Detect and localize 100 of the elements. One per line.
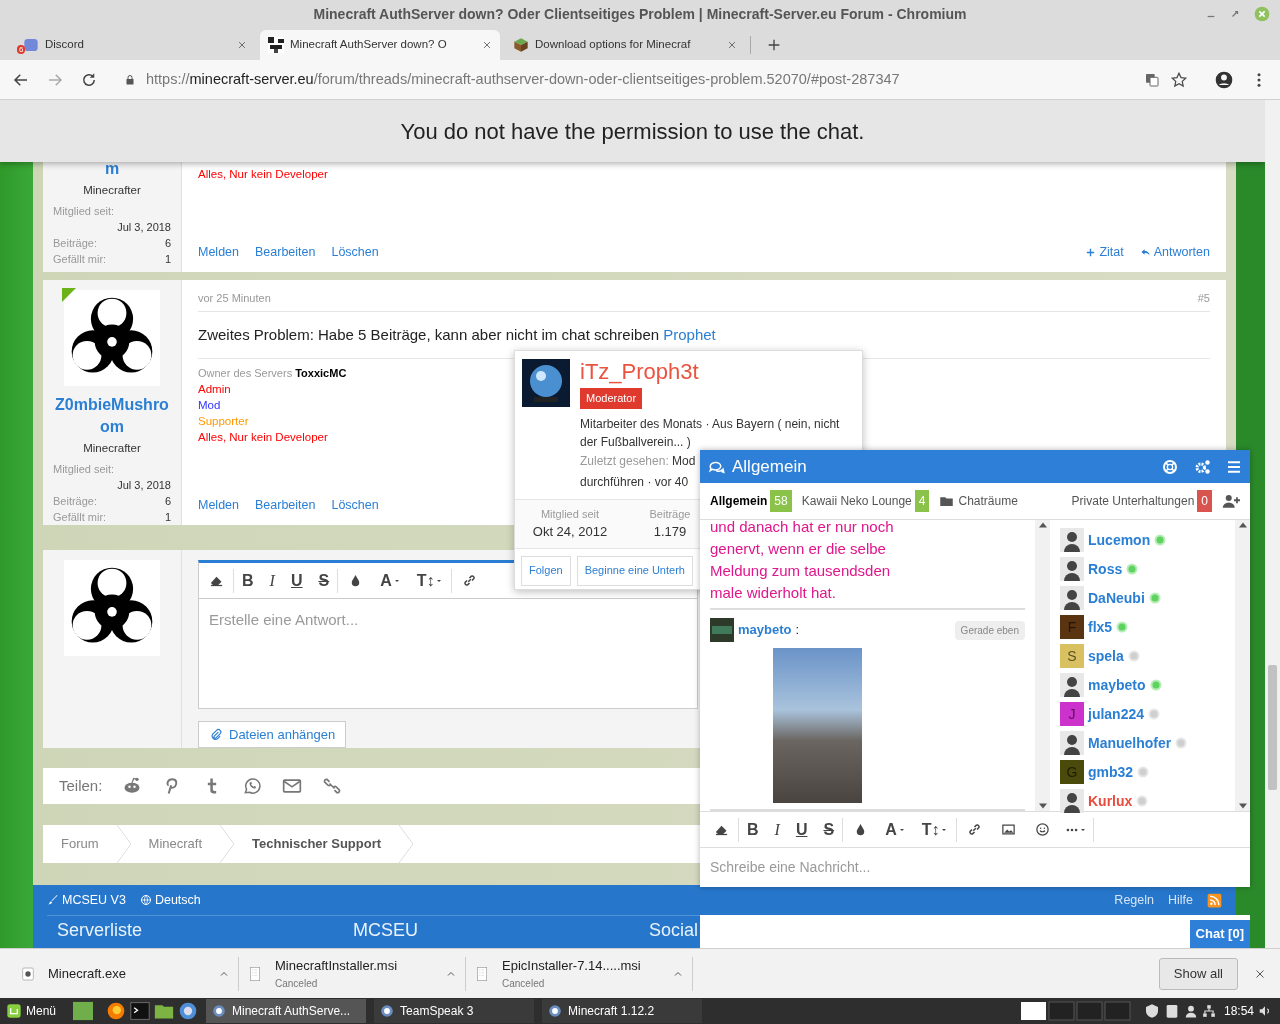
start-menu-button[interactable]: Menü [4,1002,59,1020]
add-user-icon[interactable] [1222,492,1240,510]
post-action-link[interactable]: Bearbeiten [255,243,316,262]
terminal-icon[interactable] [130,1001,151,1021]
settings-icon[interactable] [1194,457,1212,476]
user-mention-link[interactable]: Prophet [663,325,716,343]
network-icon[interactable] [1201,1004,1216,1018]
scrollbar[interactable] [1035,520,1050,811]
chat-author[interactable]: maybeto [738,620,792,640]
shield-icon[interactable] [1143,1003,1160,1019]
last-seen-text: durchführen · vor 40 [580,473,689,491]
format-button[interactable]: B [234,565,262,596]
format-button[interactable]: U [282,565,311,596]
browser-icon[interactable] [178,1001,199,1021]
taskbar-window-button[interactable]: Minecraft 1.12.2 [542,999,703,1023]
menu-icon[interactable] [1226,458,1242,475]
chat-room-tab[interactable]: Kawaii Neko Lounge 4 [801,490,930,512]
download-item[interactable]: EpicInstaller-7.14.....msi Canceled [466,956,693,991]
account-icon[interactable] [1214,69,1234,90]
post-time: vor 25 Minuten [198,291,271,306]
username[interactable]: m [53,158,171,180]
close-icon[interactable] [237,40,247,50]
private-chats-tab[interactable]: Private Unterhaltungen 0 [1071,490,1212,512]
volume-icon[interactable] [1258,1004,1272,1018]
stat-value: 1.179 [653,523,687,541]
mail-icon[interactable] [282,776,303,796]
chat-user-item[interactable]: J julan224 [1060,702,1225,726]
restore-icon[interactable] [1230,9,1240,19]
username[interactable]: iTz_Proph3t [580,359,699,385]
translate-icon[interactable] [1144,71,1160,88]
chat-input[interactable]: Schreibe eine Nachricht... [700,848,1250,885]
format-button[interactable]: S [310,565,338,596]
username[interactable]: Z0mbieMushroom [53,394,171,438]
close-icon[interactable] [1254,967,1266,980]
format-button[interactable]: A [877,814,914,845]
scrollbar[interactable] [1235,520,1250,811]
desktop-icon[interactable] [72,1001,95,1021]
reply-input[interactable]: Erstelle eine Antwort... [198,599,698,709]
format-button[interactable]: T↕ [913,814,957,845]
post-action-link[interactable]: Löschen [331,243,379,262]
format-button[interactable]: A [372,565,409,596]
firefox-icon[interactable] [106,1001,127,1021]
chat-app-icon [23,37,39,53]
help-ring-icon[interactable] [1162,458,1178,475]
close-icon[interactable] [727,40,737,50]
chat-user-item[interactable]: DaNeubi [1060,586,1225,610]
breadcrumb-link[interactable]: Forum [43,825,117,863]
page-scrollbar[interactable] [1265,100,1280,948]
post-action-link[interactable]: Zitat [1085,243,1124,262]
post-number[interactable]: #5 [1197,290,1210,307]
chat-user-item[interactable]: Ross [1060,557,1225,581]
format-button[interactable]: T↕ [408,565,452,596]
taskbar-window-button[interactable]: TeamSpeak 3 [374,999,535,1023]
post-action-link[interactable]: Bearbeiten [255,496,316,515]
close-icon[interactable] [482,40,492,50]
star-icon[interactable] [1170,70,1188,89]
workspace-switcher-icon[interactable] [1019,1001,1132,1021]
chain-link-icon[interactable] [322,776,343,796]
format-button[interactable]: I [766,814,788,845]
browser-tab[interactable]: Minecraft AuthServer down? O [260,30,500,60]
footer-link[interactable]: Regeln [1114,890,1154,910]
chat-user-item[interactable]: maybeto [1060,673,1225,697]
chat-toggle-button[interactable]: Chat [0] [1189,920,1250,948]
chat-user-item[interactable]: S spela [1060,644,1225,668]
taskbar-window-button[interactable]: Minecraft AuthServe... [206,999,367,1023]
format-button[interactable]: I [261,565,283,596]
chat-room-tab[interactable]: Allgemein 58 [710,490,792,512]
popup-button[interactable]: Folgen [521,555,571,586]
rss-icon[interactable] [1207,892,1222,908]
stat-value: 1 [164,510,171,526]
download-item[interactable]: MinecraftInstaller.msi Canceled [239,956,466,991]
new-tab-icon[interactable] [766,37,782,53]
stat-label: Gefällt mir: [53,510,107,526]
whatsapp-icon[interactable] [242,776,263,796]
style-chooser-link[interactable]: MCSEU V3 [47,890,126,910]
footer-link[interactable]: Hilfe [1168,890,1193,910]
language-chooser-link[interactable]: Deutsch [139,890,201,910]
post-action-link[interactable]: Melden [198,243,239,262]
format-button[interactable]: U [787,814,816,845]
format-button[interactable]: S [815,814,843,845]
breadcrumb-link[interactable]: Minecraft [130,825,221,863]
attach-files-button[interactable]: Dateien anhängen [198,721,347,748]
chat-rooms-menu[interactable]: Chaträume [939,492,1018,510]
stat-label: Beiträge: [53,236,98,252]
user-icon[interactable] [1183,1004,1198,1018]
chat-user-item[interactable]: Kurlux [1060,789,1225,813]
post-action-link[interactable]: Löschen [331,496,379,515]
show-all-button[interactable]: Show all [1158,957,1238,990]
last-seen-text: Zuletzt gesehen: Mod [580,452,696,470]
chat-user-item[interactable]: Lucemon [1060,528,1225,552]
chat-username: julan224 [1088,704,1145,724]
stat-value: Jul 3, 2018 [116,220,171,236]
chat-user-item[interactable]: Manuelhofer [1060,731,1225,755]
post-action-link[interactable]: Antworten [1139,243,1210,262]
popup-button[interactable]: Beginne eine Unterh [576,555,693,586]
download-item[interactable]: Minecraft.exe [12,956,239,991]
breadcrumb-link[interactable]: Technischer Support [234,825,400,863]
post-action-link[interactable]: Melden [198,496,239,515]
stat-label: Gefällt mir: [53,252,107,268]
format-button[interactable]: B [739,814,767,845]
